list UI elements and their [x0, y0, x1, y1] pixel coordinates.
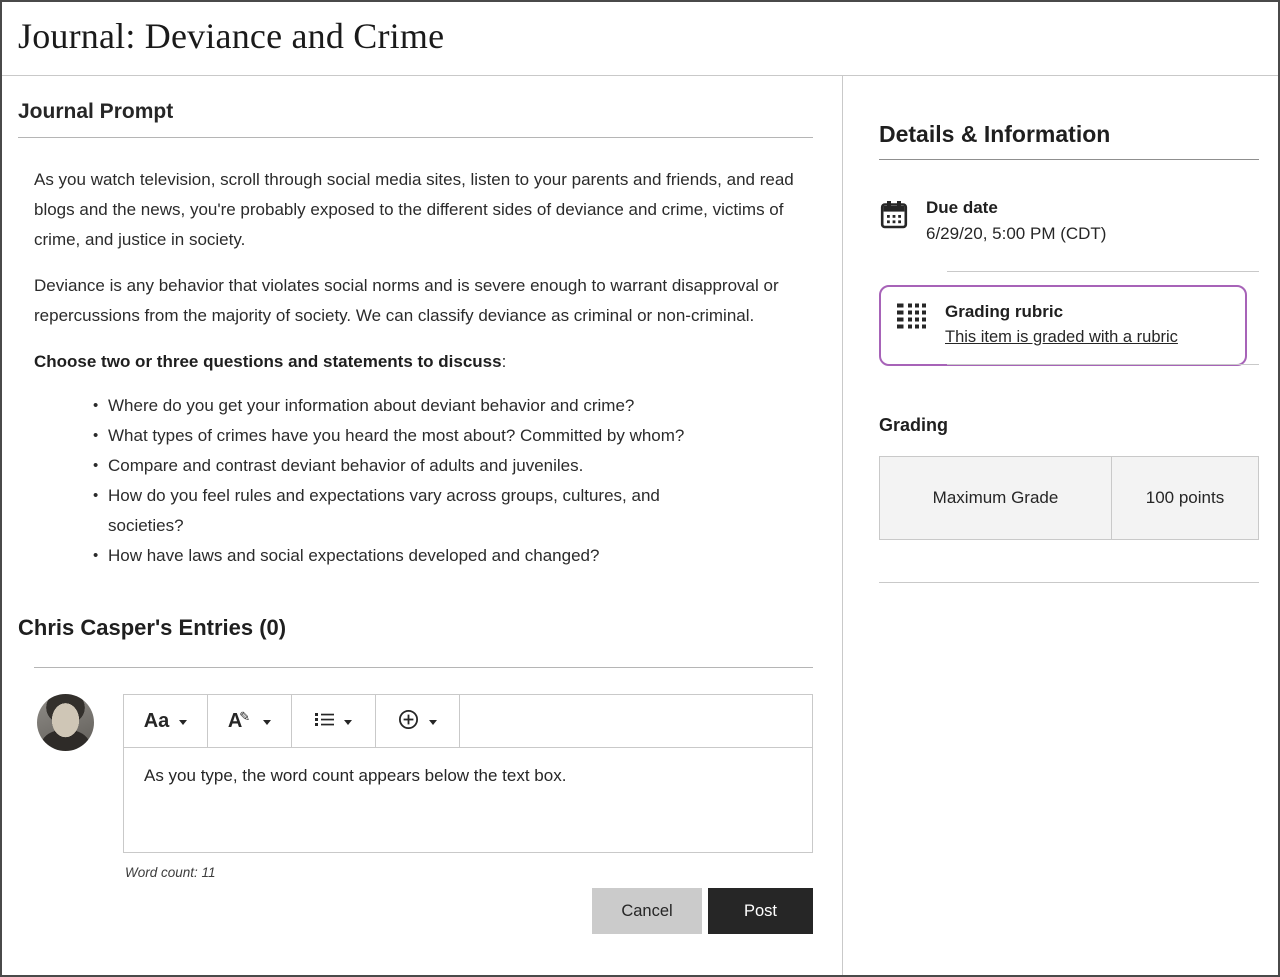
- due-date-text: Due date 6/29/20, 5:00 PM (CDT): [926, 198, 1106, 244]
- maximum-grade-label: Maximum Grade: [880, 457, 1112, 539]
- grading-rubric-box: Grading rubric This item is graded with …: [879, 285, 1247, 366]
- text-color-icon: A✎: [228, 710, 253, 733]
- list-item: How do you feel rules and expectations v…: [80, 481, 740, 541]
- prompt-question-list: Where do you get your information about …: [80, 391, 740, 571]
- content: Journal Prompt As you watch television, …: [2, 76, 1278, 975]
- text-style-button[interactable]: Aa: [124, 695, 208, 747]
- prompt-paragraph: As you watch television, scroll through …: [34, 165, 813, 255]
- rubric-grid-icon: [897, 302, 928, 347]
- list-item: What types of crimes have you heard the …: [80, 421, 740, 451]
- cancel-button[interactable]: Cancel: [592, 888, 702, 934]
- entries-heading: Chris Casper's Entries (0): [18, 615, 813, 641]
- details-heading: Details & Information: [879, 121, 1259, 160]
- editor-actions: Cancel Post: [123, 888, 813, 934]
- due-date-item: Due date 6/29/20, 5:00 PM (CDT): [879, 198, 1259, 244]
- chevron-down-icon: [344, 720, 352, 725]
- chevron-down-icon: [263, 720, 271, 725]
- avatar: [37, 694, 94, 751]
- editor-toolbar: Aa A✎: [123, 694, 813, 748]
- text-style-icon: Aa: [144, 710, 170, 733]
- page-header: Journal: Deviance and Crime: [2, 2, 1278, 76]
- grading-heading: Grading: [879, 415, 1259, 436]
- list-item: Where do you get your information about …: [80, 391, 740, 421]
- divider: [947, 271, 1259, 272]
- entry-editor: Aa A✎: [123, 694, 813, 934]
- due-date-label: Due date: [926, 198, 1106, 218]
- entry-textbox[interactable]: As you type, the word count appears belo…: [123, 747, 813, 853]
- rubric-label: Grading rubric: [945, 302, 1178, 322]
- insert-content-button[interactable]: [376, 695, 460, 747]
- list-item: Compare and contrast deviant behavior of…: [80, 451, 740, 481]
- journal-prompt-heading: Journal Prompt: [18, 100, 813, 124]
- post-button[interactable]: Post: [708, 888, 813, 934]
- maximum-grade-value: 100 points: [1112, 457, 1258, 539]
- main-column: Journal Prompt As you watch television, …: [2, 76, 843, 975]
- list-item: How have laws and social expectations de…: [80, 541, 740, 571]
- prompt-instruction-bold: Choose two or three questions and statem…: [34, 352, 502, 371]
- entry-editor-row: Aa A✎: [18, 694, 813, 934]
- prompt-instruction: Choose two or three questions and statem…: [34, 347, 813, 377]
- prompt-paragraph: Deviance is any behavior that violates s…: [34, 271, 813, 331]
- insert-content-icon: [398, 709, 419, 733]
- divider: [879, 582, 1259, 583]
- divider: [947, 364, 1259, 365]
- bullet-list-icon: [315, 712, 334, 730]
- chevron-down-icon: [179, 720, 187, 725]
- word-count: Word count: 11: [125, 865, 813, 880]
- due-date-value: 6/29/20, 5:00 PM (CDT): [926, 224, 1106, 244]
- details-sidebar: Details & Information Due: [843, 76, 1278, 975]
- grading-table: Maximum Grade 100 points: [879, 456, 1259, 540]
- rubric-text: Grading rubric This item is graded with …: [945, 302, 1178, 347]
- list-format-button[interactable]: [292, 695, 376, 747]
- rubric-link[interactable]: This item is graded with a rubric: [945, 328, 1178, 347]
- calendar-icon: [879, 198, 909, 244]
- chevron-down-icon: [429, 720, 437, 725]
- page-title: Journal: Deviance and Crime: [18, 15, 1262, 57]
- journal-prompt-body: As you watch television, scroll through …: [34, 165, 813, 571]
- divider: [18, 137, 813, 138]
- text-color-button[interactable]: A✎: [208, 695, 292, 747]
- entry-text: As you type, the word count appears belo…: [144, 766, 566, 785]
- divider: [34, 667, 813, 668]
- journal-page: Journal: Deviance and Crime Journal Prom…: [0, 0, 1280, 977]
